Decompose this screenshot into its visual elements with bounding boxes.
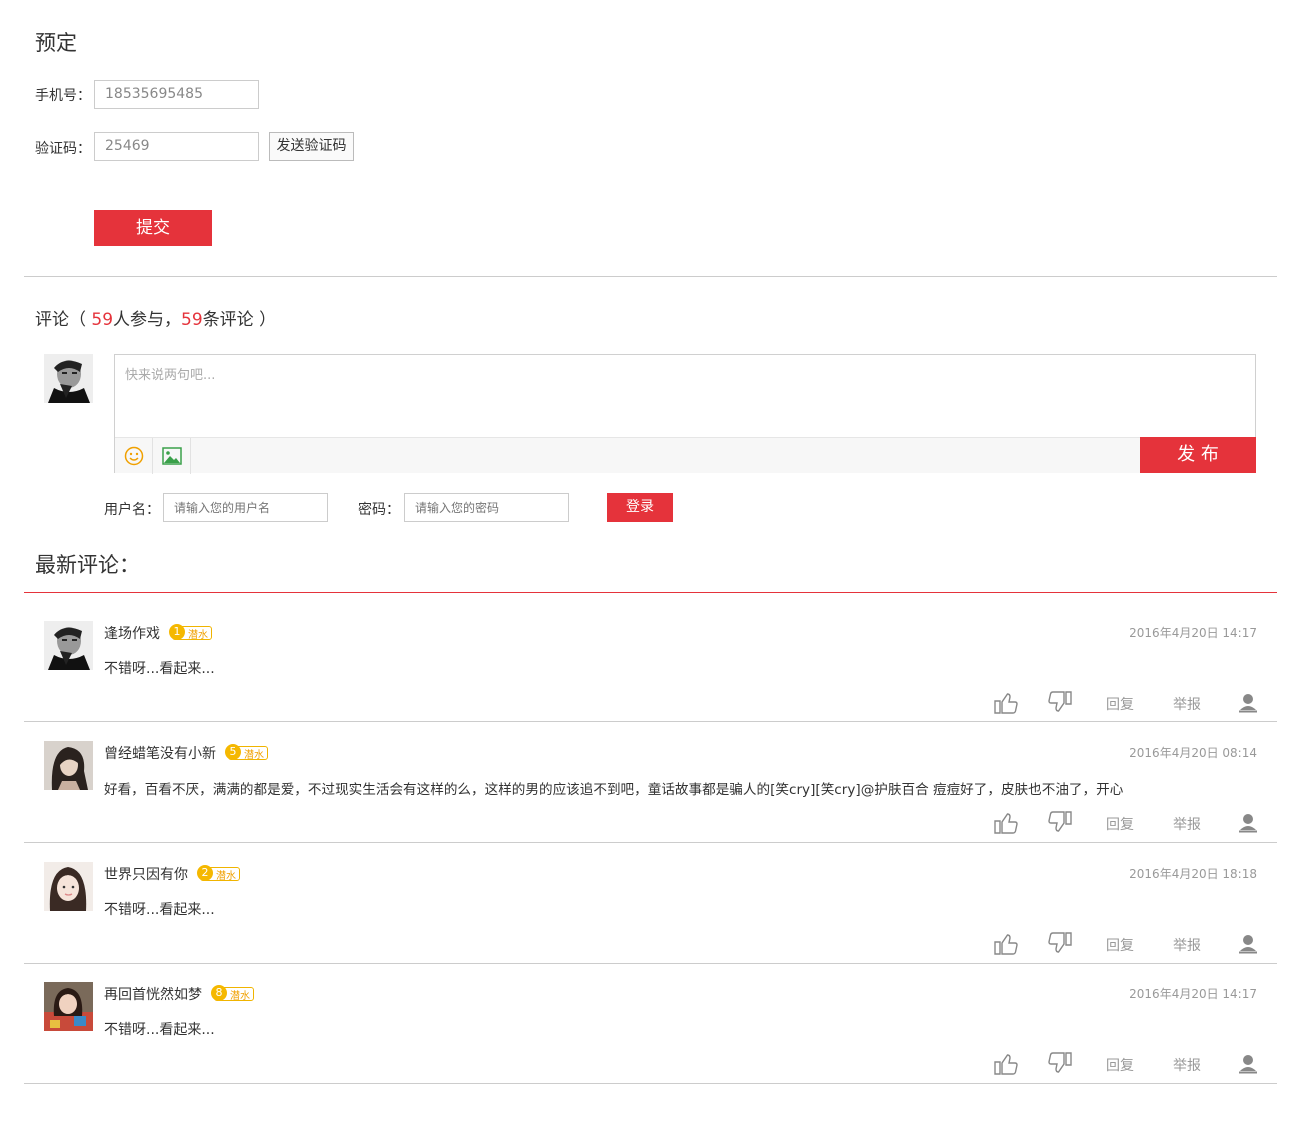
avatar — [44, 982, 93, 1031]
comment-time: 2016年4月20日 14:17 — [1129, 987, 1257, 1001]
comments-header: 评论（ 59人参与，59条评论 ） — [35, 305, 276, 330]
comment-time: 2016年4月20日 08:14 — [1129, 746, 1257, 760]
level-number: 2 — [197, 865, 213, 881]
comments-count: 59 — [181, 310, 203, 330]
level-number: 5 — [225, 744, 241, 760]
password-input[interactable] — [404, 493, 569, 522]
latest-comments-title: 最新评论： — [35, 553, 140, 577]
avatar — [44, 741, 93, 790]
comment-textarea[interactable]: 快来说两句吧... 发 布 — [114, 354, 1256, 474]
login-button[interactable]: 登录 — [607, 493, 673, 522]
username-input[interactable] — [163, 493, 328, 522]
phone-input[interactable]: 18535695485 — [94, 80, 259, 109]
publish-button[interactable]: 发 布 — [1140, 437, 1256, 473]
comment-text: 好看，百看不厌，满满的都是爱，不过现实生活会有这样的么，这样的男的应该追不到吧，… — [104, 782, 1124, 798]
reply-button[interactable]: 回复 — [1106, 814, 1134, 834]
report-button[interactable]: 举报 — [1173, 1055, 1201, 1075]
image-icon[interactable] — [153, 438, 191, 474]
level-number: 1 — [169, 624, 185, 640]
comment-item: 曾经蜡笔没有小新 5 潜水 2016年4月20日 08:14 好看，百看不厌，满满… — [0, 713, 1300, 843]
comments-header-middle: 人参与， — [113, 310, 182, 330]
comment-time: 2016年4月20日 14:17 — [1129, 626, 1257, 640]
level-label: 潜水 — [216, 870, 236, 882]
reply-button[interactable]: 回复 — [1106, 935, 1134, 955]
section-divider — [24, 276, 1277, 277]
comment-author[interactable]: 逢场作戏 — [104, 623, 160, 643]
report-button[interactable]: 举报 — [1173, 935, 1201, 955]
level-badge: 8 潜水 — [211, 985, 254, 1002]
phone-label: 手机号： — [35, 88, 91, 104]
comment-divider — [24, 1083, 1277, 1084]
booking-title: 预定 — [35, 31, 77, 55]
avatar — [44, 621, 93, 670]
comments-header-suffix: 条评论 ） — [202, 310, 277, 330]
send-code-button[interactable]: 发送验证码 — [269, 132, 354, 161]
emoji-icon[interactable] — [115, 438, 153, 474]
level-label: 潜水 — [230, 990, 250, 1002]
level-number: 8 — [211, 985, 227, 1001]
level-badge: 2 潜水 — [197, 865, 240, 882]
comment-author[interactable]: 世界只因有你 — [104, 864, 188, 884]
username-label: 用户名： — [104, 502, 160, 518]
password-label: 密码： — [358, 502, 400, 518]
level-badge: 1 潜水 — [169, 624, 212, 641]
reply-button[interactable]: 回复 — [1106, 694, 1134, 714]
comment-author[interactable]: 再回首恍然如梦 — [104, 984, 202, 1004]
current-user-avatar — [44, 354, 93, 403]
avatar — [44, 862, 93, 911]
comment-text: 不错呀...看起来... — [104, 1022, 215, 1038]
code-input[interactable]: 25469 — [94, 132, 259, 161]
report-button[interactable]: 举报 — [1173, 814, 1201, 834]
comments-header-prefix: 评论（ — [35, 310, 92, 330]
comment-text: 不错呀...看起来... — [104, 661, 215, 677]
level-label: 潜水 — [188, 629, 208, 641]
participants-count: 59 — [91, 310, 114, 330]
report-button[interactable]: 举报 — [1173, 694, 1201, 714]
comment-item: 再回首恍然如梦 8 潜水 2016年4月20日 14:17 不错呀...看起来..… — [0, 954, 1300, 1084]
reply-button[interactable]: 回复 — [1106, 1055, 1134, 1075]
level-badge: 5 潜水 — [225, 744, 268, 761]
comment-time: 2016年4月20日 18:18 — [1129, 867, 1257, 881]
level-label: 潜水 — [244, 749, 264, 761]
comment-text: 不错呀...看起来... — [104, 902, 215, 918]
comment-placeholder: 快来说两句吧... — [125, 368, 216, 383]
submit-button[interactable]: 提交 — [94, 210, 212, 246]
comment-item: 世界只因有你 2 潜水 2016年4月20日 18:18 不错呀...看起来...… — [0, 834, 1300, 964]
comment-toolbar — [115, 437, 1255, 474]
comment-author[interactable]: 曾经蜡笔没有小新 — [104, 743, 216, 763]
comment-item: 逢场作戏 1 潜水 2016年4月20日 14:17 不错呀...看起来... 回… — [0, 593, 1300, 723]
dislike-icon[interactable] — [1048, 1052, 1072, 1078]
user-icon[interactable] — [1238, 1054, 1258, 1078]
like-icon[interactable] — [994, 1053, 1018, 1079]
code-label: 验证码： — [35, 141, 91, 157]
